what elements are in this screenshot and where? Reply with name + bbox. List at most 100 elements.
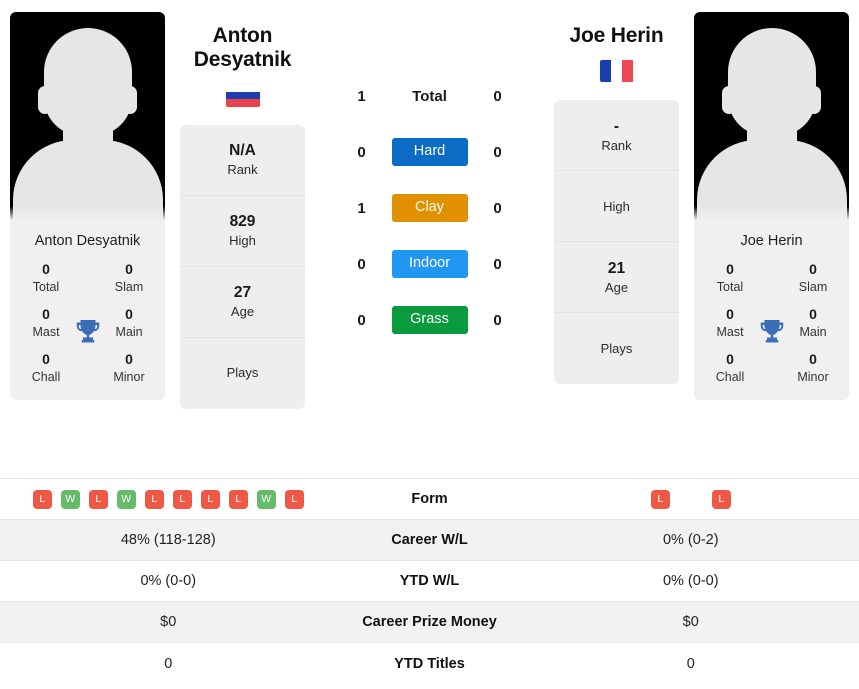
- form-badge-loss[interactable]: L: [172, 489, 192, 509]
- row-label-career-wl: Career W/L: [391, 532, 468, 548]
- title-label: Mast: [32, 325, 60, 340]
- summary-label: Rank: [601, 137, 632, 153]
- stats-comparison-table: LWLWLLLLWL Form LL 48% (118-128) Career …: [0, 478, 859, 684]
- h2h-right-count: 0: [493, 255, 502, 273]
- h2h-label-cell: Total: [379, 88, 481, 105]
- flag-icon-france: [599, 60, 634, 83]
- avatar-ear-left-icon: [38, 86, 52, 114]
- player-name-right[interactable]: Joe Herin: [570, 24, 664, 48]
- title-value: 0: [42, 261, 50, 278]
- form-badge-loss[interactable]: L: [650, 489, 670, 509]
- ytd-wl-left: 0% (0-0): [140, 573, 197, 589]
- h2h-row-grass: 0 Grass 0: [345, 292, 515, 348]
- h2h-row-indoor: 0 Indoor 0: [345, 236, 515, 292]
- h2h-total-label: Total: [412, 87, 447, 105]
- player-name-left[interactable]: Anton Desyatnik: [175, 24, 310, 73]
- summary-value: -: [613, 117, 620, 135]
- title-label: Minor: [797, 370, 829, 385]
- form-badge-loss[interactable]: L: [88, 489, 108, 509]
- h2h-right-count: 0: [493, 311, 502, 329]
- title-stat-chall-left: 0 Chall: [18, 350, 74, 385]
- row-label-ytd-titles: YTD Titles: [394, 655, 465, 672]
- summary-high-right: High: [554, 171, 679, 243]
- form-badges-right: LL: [650, 489, 731, 509]
- trophy-icon: [760, 319, 783, 343]
- surface-badge-clay[interactable]: Clay: [391, 194, 468, 222]
- summary-plays-left: Plays: [180, 338, 305, 409]
- ytd-titles-right: 0: [686, 655, 695, 672]
- avatar-fade: [10, 206, 165, 220]
- title-label: Minor: [113, 370, 145, 385]
- h2h-left-count: 0: [357, 255, 366, 273]
- form-badge-loss[interactable]: L: [200, 489, 220, 509]
- summary-label: Age: [604, 279, 629, 295]
- form-cell-left: LWLWLLLLWL: [22, 489, 315, 509]
- prize-money-left: $0: [160, 614, 177, 630]
- player-info-column-left: Anton Desyatnik N/A Rank 829 High 27 Age: [175, 12, 310, 409]
- surface-badge-indoor[interactable]: Indoor: [391, 250, 468, 278]
- player-summary-card-left: N/A Rank 829 High 27 Age Plays: [180, 124, 305, 409]
- career-wl-left: 48% (118-128): [120, 532, 216, 548]
- title-label: Main: [799, 325, 827, 340]
- h2h-row-total: 1 Total 0: [345, 68, 515, 124]
- avatar-ear-right-icon: [807, 86, 821, 114]
- avatar-ear-right-icon: [123, 86, 137, 114]
- title-stat-slam-right: 0 Slam: [785, 260, 841, 295]
- player-photo-card-left[interactable]: Anton Desyatnik 0 Total 0 Slam 0 Mast 0 …: [10, 12, 165, 400]
- form-badge-win[interactable]: W: [60, 489, 80, 509]
- form-badge-loss[interactable]: L: [32, 489, 52, 509]
- surface-badge-hard[interactable]: Hard: [391, 138, 468, 166]
- summary-label: Plays: [600, 341, 633, 357]
- summary-age-right: 21 Age: [554, 242, 679, 314]
- summary-label: Plays: [226, 365, 259, 381]
- title-value: 0: [726, 261, 734, 278]
- h2h-left-count: 1: [357, 199, 366, 217]
- form-badge-win[interactable]: W: [116, 489, 136, 509]
- title-label: Main: [115, 325, 143, 340]
- titles-grid-right: 0 Total 0 Slam 0 Mast 0 Main 0 Chall 0 M…: [694, 260, 849, 400]
- h2h-left-count: 0: [357, 311, 366, 329]
- player-comparison-page: Anton Desyatnik 0 Total 0 Slam 0 Mast 0 …: [0, 0, 859, 689]
- player-avatar-right: [694, 12, 849, 220]
- flag-icon-russia: [225, 84, 260, 107]
- title-stat-minor-right: 0 Minor: [785, 350, 841, 385]
- title-value: 0: [809, 351, 817, 368]
- surface-badge-grass[interactable]: Grass: [391, 306, 468, 334]
- title-label: Chall: [31, 370, 61, 385]
- table-row-career-prize-money: $0 Career Prize Money $0: [0, 602, 859, 643]
- prize-money-right: $0: [682, 614, 699, 630]
- player-summary-card-right: - Rank High 21 Age Plays: [554, 100, 679, 385]
- title-stat-minor-left: 0 Minor: [101, 350, 157, 385]
- form-cell-right: LL: [545, 489, 838, 509]
- title-label: Total: [32, 280, 60, 295]
- title-label: Mast: [716, 325, 744, 340]
- form-badge-loss[interactable]: L: [284, 489, 304, 509]
- h2h-left-count: 0: [357, 143, 366, 161]
- titles-row: 0 Total 0 Slam: [18, 260, 157, 295]
- titles-grid-left: 0 Total 0 Slam 0 Mast 0 Main 0 Chall 0 M…: [10, 260, 165, 400]
- title-value: 0: [809, 261, 817, 278]
- player-avatar-left: [10, 12, 165, 220]
- h2h-left-count: 1: [357, 87, 366, 105]
- form-badge-win[interactable]: W: [256, 489, 276, 509]
- summary-value: 27: [233, 283, 252, 301]
- player-photo-card-right[interactable]: Joe Herin 0 Total 0 Slam 0 Mast 0 Main 0…: [694, 12, 849, 400]
- summary-plays-right: Plays: [554, 313, 679, 384]
- title-value: 0: [726, 306, 734, 323]
- form-badge-loss[interactable]: L: [144, 489, 164, 509]
- trophy-icon: [76, 319, 99, 343]
- title-stat-total-left: 0 Total: [18, 260, 74, 295]
- title-label: Slam: [798, 280, 828, 295]
- table-row-ytd-wl: 0% (0-0) YTD W/L 0% (0-0): [0, 561, 859, 602]
- title-stat-slam-left: 0 Slam: [101, 260, 157, 295]
- h2h-label-cell: Grass: [379, 306, 481, 334]
- avatar-ear-left-icon: [722, 86, 736, 114]
- ytd-wl-right: 0% (0-0): [662, 573, 719, 589]
- avatar-fade: [694, 206, 849, 220]
- table-row-ytd-titles: 0 YTD Titles 0: [0, 643, 859, 684]
- title-label: Slam: [114, 280, 144, 295]
- title-stat-chall-right: 0 Chall: [702, 350, 758, 385]
- form-badge-loss[interactable]: L: [228, 489, 248, 509]
- form-badge-loss[interactable]: L: [711, 489, 731, 509]
- title-label: Chall: [715, 370, 745, 385]
